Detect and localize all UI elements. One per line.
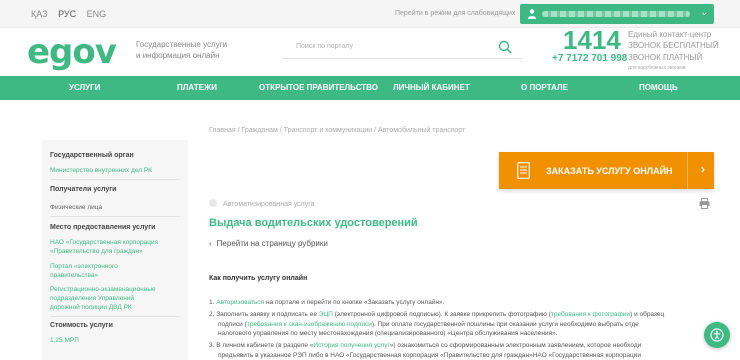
divider — [50, 216, 180, 217]
place-link-gov-corporation-line-1: НАО «Государственная корпорация — [50, 239, 159, 246]
automated-service-badge: Автоматизированная услуга — [209, 199, 315, 208]
step-text: ) и образец — [630, 311, 665, 318]
search-icon[interactable] — [498, 40, 512, 54]
nav-item-services[interactable]: УСЛУГИ — [69, 83, 100, 92]
visually-impaired-link[interactable]: Перейти в режим для слабовидящих — [395, 10, 515, 17]
step-text: В личном кабинете (в разделе « — [216, 342, 314, 349]
user-icon — [528, 9, 536, 19]
cost-value: 1,25 МРП — [50, 337, 79, 344]
egov-logo[interactable]: egov — [27, 32, 117, 72]
search-box — [282, 37, 522, 59]
top-bar: ҚАЗ РУС ENG Перейти в режим для слабовид… — [0, 0, 740, 28]
authorize-link[interactable]: Авторизоваться — [216, 299, 264, 306]
page-title: Выдача водительских удостоверений — [209, 217, 418, 229]
accessibility-button[interactable] — [704, 322, 730, 348]
recipients-heading: Получатели услуги — [50, 186, 117, 193]
main-nav: УСЛУГИ ПЛАТЕЖИ ОТКРЫТОЕ ПРАВИТЕЛЬСТВО ЛИ… — [0, 76, 740, 100]
logo-subtitle-line-2: и информация онлайн — [136, 51, 220, 60]
user-account-button[interactable]: ⌄ — [520, 4, 714, 24]
paid-phone-number[interactable]: +7 7172 701 998 — [552, 53, 627, 64]
automated-service-label: Автоматизированная услуга — [223, 201, 315, 208]
gov-body-link[interactable]: Министерство внутренних дел РК — [50, 166, 180, 175]
nav-item-personal-cabinet[interactable]: ЛИЧНЫЙ КАБИНЕТ — [393, 83, 470, 92]
language-switcher: ҚАЗ РУС ENG — [31, 9, 114, 19]
contact-center-number[interactable]: 1414 — [563, 25, 621, 56]
divider — [50, 179, 180, 180]
step-3: 3. В личном кабинете (в разделе «История… — [209, 341, 714, 360]
nav-item-open-government[interactable]: ОТКРЫТОЕ ПРАВИТЕЛЬСТВО — [259, 83, 378, 92]
search-input[interactable] — [296, 43, 486, 50]
step-text: налогового управления по месту местонахо… — [218, 330, 558, 338]
contact-center-label-line-1: Единый контакт-центр — [628, 30, 712, 39]
place-link-registration-units-line-2: подразделения Управлений — [50, 295, 135, 302]
gov-body-heading: Государственный орган — [50, 152, 134, 159]
cost-heading: Стоимость услуги — [50, 322, 113, 329]
step-2: 2. Заполнить заявку и подписать ее ЭЦП (… — [209, 310, 714, 339]
accessibility-icon — [710, 328, 724, 342]
step-2-line-1: 2. Заполнить заявку и подписать ее ЭЦП (… — [209, 310, 714, 320]
recipients-value: Физические лица — [50, 204, 103, 211]
place-heading: Место предоставления услуги — [50, 224, 156, 231]
lang-rus[interactable]: РУС — [58, 9, 76, 19]
place-link-egov-portal[interactable]: Портал «электронного правительства» — [50, 262, 180, 280]
chevron-right-icon: › — [701, 162, 705, 176]
paid-call-sublabel: для зарубежных звонков — [628, 65, 686, 71]
paid-call-label: ЗВОНОК ПЛАТНЫЙ — [628, 53, 703, 62]
service-info-sidebar: Государственный орган Министерство внутр… — [42, 140, 188, 360]
header: egov Государственные услуги и информация… — [0, 25, 740, 76]
step-text: на портале и перейти по кнопке «Заказать… — [264, 299, 445, 306]
service-history-link[interactable]: История получения услуг — [313, 342, 389, 349]
place-link-gov-corporation[interactable]: НАО «Государственная корпорация «Правите… — [50, 238, 180, 256]
place-link-registration-units[interactable]: Регистрационно-экзаменационные подраздел… — [50, 285, 180, 312]
nav-item-about-portal[interactable]: О ПОРТАЛЕ — [521, 83, 568, 92]
step-2-line-2: подписи (требования к скан-изображению п… — [209, 320, 714, 330]
eds-link[interactable]: ЭЦП — [319, 311, 333, 318]
step-3-line-2: предъявить в указанное РЭП либо в НАО «Г… — [209, 351, 714, 360]
lang-eng[interactable]: ENG — [87, 9, 107, 19]
photo-requirements-link[interactable]: требования к фотографии — [551, 311, 630, 318]
order-button-label: ЗАКАЗАТЬ УСЛУГУ ОНЛАЙН — [546, 166, 673, 176]
place-link-gov-corporation-line-2: «Правительство для граждан» — [50, 248, 143, 255]
back-link-label: Перейти на страницу рубрики — [216, 239, 328, 248]
step-1: 1. Авторизоваться на портале и перейти п… — [209, 298, 714, 308]
chevron-left-icon: ‹ — [209, 239, 212, 248]
chevron-down-icon: ⌄ — [700, 7, 708, 17]
contact-center-label: Единый контакт-центр ЗВОНОК БЕСПЛАТНЫЙ — [628, 29, 719, 51]
lang-kaz[interactable]: ҚАЗ — [31, 9, 48, 19]
gear-icon — [209, 199, 217, 207]
step-3-line-1: 3. В личном кабинете (в разделе «История… — [209, 341, 714, 351]
nav-item-help[interactable]: ПОМОЩЬ — [639, 83, 678, 92]
place-link-registration-units-line-1: Регистрационно-экзаменационные — [50, 286, 156, 293]
place-link-egov-portal-line-1: Портал «электронного — [50, 263, 118, 270]
place-link-registration-units-line-3: дорожной полиции ДВД РК — [50, 304, 132, 311]
step-text: Заполнить заявку и подписать ее — [216, 311, 319, 318]
step-text: ») ознакомиться со сформированным электр… — [389, 342, 642, 349]
step-text: ). При оплате государственной пошлины пр… — [371, 320, 639, 328]
nav-item-payments[interactable]: ПЛАТЕЖИ — [177, 83, 217, 92]
back-to-category-link[interactable]: ‹ Перейти на страницу рубрики — [209, 239, 328, 248]
step-text: подписи ( — [218, 320, 247, 328]
logo-subtitle: Государственные услуги и информация онла… — [136, 39, 246, 61]
step-text: предъявить в указанное РЭП либо в НАО «Г… — [218, 351, 641, 359]
divider — [50, 316, 180, 317]
place-link-egov-portal-line-2: правительства» — [50, 272, 99, 279]
logo-subtitle-line-1: Государственные услуги — [136, 40, 228, 49]
print-icon[interactable] — [699, 198, 710, 209]
breadcrumb[interactable]: Главная / Гражданам / Транспорт и коммун… — [209, 127, 465, 134]
order-service-online-button[interactable]: ЗАКАЗАТЬ УСЛУГУ ОНЛАЙН › — [499, 152, 714, 189]
step-text: (электронной цифровой подписью). К заявк… — [332, 311, 551, 318]
howto-heading: Как получить услугу онлайн — [209, 275, 308, 282]
user-name-blurred — [542, 11, 690, 17]
divider — [687, 152, 688, 189]
step-2-line-3: налогового управления по месту местонахо… — [209, 329, 714, 339]
signature-scan-requirements-link[interactable]: требования к скан-изображению подписи — [247, 321, 372, 328]
document-icon — [517, 162, 530, 179]
contact-center-label-line-2: ЗВОНОК БЕСПЛАТНЫЙ — [628, 41, 719, 50]
